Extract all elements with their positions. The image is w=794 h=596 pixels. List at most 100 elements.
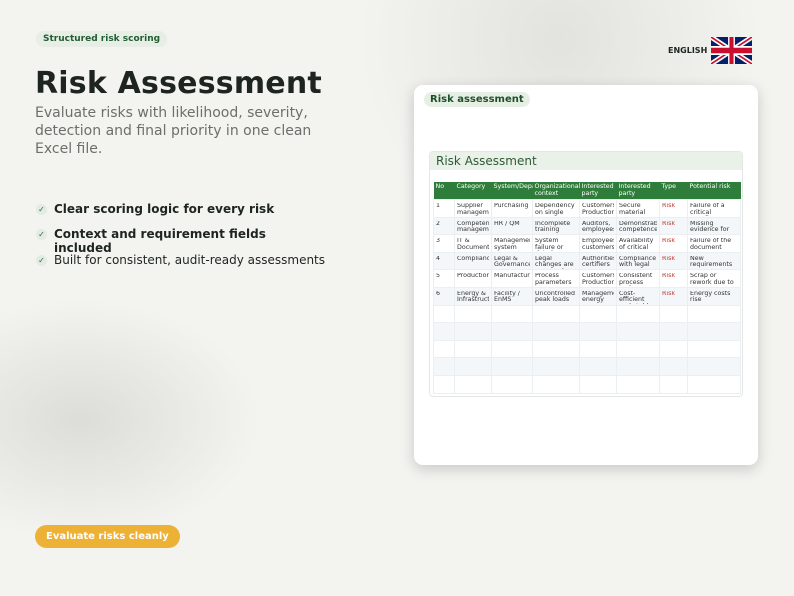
- table-cell[interactable]: Process parameters: [532, 269, 580, 288]
- table-cell[interactable]: Failure of a critical supplier: [687, 199, 741, 218]
- table-cell[interactable]: Risk: [659, 199, 688, 218]
- table-cell[interactable]: [579, 374, 617, 394]
- table-cell[interactable]: [433, 357, 455, 376]
- table-cell[interactable]: Risk: [659, 269, 688, 288]
- table-cell[interactable]: [454, 357, 492, 376]
- subtitle: Evaluate risks with likelihood, severity…: [35, 105, 312, 157]
- language-label[interactable]: ENGLISH: [668, 46, 707, 55]
- table-cell[interactable]: Supplier management: [454, 199, 492, 218]
- table-cell[interactable]: [687, 339, 741, 359]
- table-cell[interactable]: [454, 374, 492, 394]
- table-cell[interactable]: Legal & Governance: [491, 251, 533, 271]
- table-cell[interactable]: Availability of critical: [616, 234, 660, 253]
- table-cell[interactable]: [579, 304, 617, 324]
- table-cell[interactable]: [491, 304, 533, 324]
- table-cell[interactable]: Competence management: [454, 216, 492, 236]
- table-cell[interactable]: Auditors, employees: [579, 216, 617, 236]
- table-cell[interactable]: [616, 374, 660, 394]
- table-cell[interactable]: 4: [433, 251, 455, 271]
- table-cell[interactable]: Customers, Production: [579, 269, 617, 288]
- table-cell[interactable]: [433, 339, 455, 359]
- table-cell[interactable]: [616, 322, 660, 341]
- cell-text: Purchasing: [494, 203, 529, 209]
- cell-text: 4: [436, 255, 441, 262]
- table-cell[interactable]: System failure or data loss: [532, 234, 580, 253]
- table-cell[interactable]: Failure of the document: [687, 234, 741, 253]
- table-cell[interactable]: Consistent process and: [616, 269, 660, 288]
- table-cell[interactable]: [532, 374, 580, 394]
- table-cell[interactable]: [687, 304, 741, 324]
- table-cell[interactable]: [491, 374, 533, 394]
- table-cell[interactable]: [454, 322, 492, 341]
- table-cell[interactable]: 5: [433, 269, 455, 288]
- table-cell[interactable]: Authorities, certifiers: [579, 251, 617, 271]
- cell-text: 1: [436, 203, 441, 209]
- table-cell[interactable]: Compliance with legal: [616, 251, 660, 271]
- table-cell[interactable]: Manufacturing: [491, 269, 533, 288]
- table-cell[interactable]: [532, 322, 580, 341]
- table-cell[interactable]: [659, 304, 688, 324]
- table-cell[interactable]: Risk: [659, 234, 688, 253]
- table-cell[interactable]: [579, 357, 617, 376]
- table-cell[interactable]: [659, 322, 688, 341]
- table-cell[interactable]: 3: [433, 234, 455, 253]
- table-cell[interactable]: Cost-efficient and stable: [616, 286, 660, 306]
- table-cell[interactable]: Employees, customers: [579, 234, 617, 253]
- table-cell[interactable]: Incomplete training: [532, 216, 580, 236]
- table-cell[interactable]: [687, 322, 741, 341]
- table-cell[interactable]: Scrap or rework due to process: [687, 269, 741, 288]
- table-cell[interactable]: HR / QM: [491, 216, 533, 236]
- table-cell[interactable]: [491, 339, 533, 359]
- table-cell[interactable]: [433, 304, 455, 324]
- table-cell[interactable]: [454, 339, 492, 359]
- table-cell[interactable]: Risk: [659, 251, 688, 271]
- feature-text: Context and requirement fields included: [54, 227, 266, 255]
- table-cell[interactable]: Compliance: [454, 251, 492, 271]
- table-cell[interactable]: Missing evidence for: [687, 216, 741, 236]
- table-cell[interactable]: Energy costs rise: [687, 286, 741, 306]
- table-cell[interactable]: Management energy: [579, 286, 617, 306]
- table-cell[interactable]: Customers, Production: [579, 199, 617, 218]
- table-cell[interactable]: [532, 304, 580, 324]
- uk-flag-icon[interactable]: [711, 37, 752, 64]
- table-cell[interactable]: Facility / EnMS: [491, 286, 533, 306]
- table-cell[interactable]: 1: [433, 199, 455, 218]
- table-cell[interactable]: [659, 357, 688, 376]
- table-cell[interactable]: Secure material: [616, 199, 660, 218]
- table-cell[interactable]: Demonstrable competence: [616, 216, 660, 236]
- table-cell[interactable]: [491, 322, 533, 341]
- table-cell[interactable]: Purchasing: [491, 199, 533, 218]
- table-cell[interactable]: [433, 322, 455, 341]
- table-cell[interactable]: Energy & Infrastructure: [454, 286, 492, 306]
- table-cell[interactable]: 2: [433, 216, 455, 236]
- table-cell[interactable]: Risk: [659, 286, 688, 306]
- table-cell[interactable]: Legal changes are assessed: [532, 251, 580, 271]
- table-cell[interactable]: [659, 339, 688, 359]
- table-cell[interactable]: Production: [454, 269, 492, 288]
- table-cell[interactable]: [687, 357, 741, 376]
- table-cell[interactable]: [616, 357, 660, 376]
- cell-text: Energy & Infrastructure: [457, 290, 489, 304]
- cta-button[interactable]: Evaluate risks cleanly: [35, 525, 180, 548]
- column-header: Interested party: [579, 182, 617, 200]
- table-cell[interactable]: [579, 339, 617, 359]
- table-cell[interactable]: New requirements: [687, 251, 741, 271]
- table-cell[interactable]: [687, 374, 741, 394]
- table-cell[interactable]: [616, 304, 660, 324]
- table-cell[interactable]: IT & Documentation: [454, 234, 492, 253]
- table-cell[interactable]: Risk: [659, 216, 688, 236]
- table-cell[interactable]: [616, 339, 660, 359]
- table-cell[interactable]: Uncontrolled peak loads: [532, 286, 580, 306]
- table-cell[interactable]: [491, 357, 533, 376]
- table-cell[interactable]: Management system: [491, 234, 533, 253]
- table-cell[interactable]: Dependency on single: [532, 199, 580, 218]
- table-cell[interactable]: [532, 357, 580, 376]
- table-cell[interactable]: [532, 339, 580, 359]
- table-cell[interactable]: [579, 322, 617, 341]
- table-cell[interactable]: [433, 374, 455, 394]
- table-cell[interactable]: [659, 374, 688, 394]
- cell-text: Risk: [662, 203, 676, 209]
- table-cell[interactable]: 6: [433, 286, 455, 306]
- check-icon: ✓: [36, 229, 47, 240]
- table-cell[interactable]: [454, 304, 492, 324]
